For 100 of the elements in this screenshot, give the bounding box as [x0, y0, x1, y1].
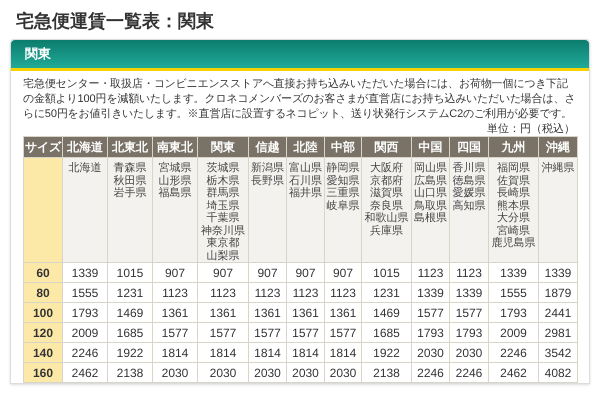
price-cell: 2246: [412, 362, 450, 382]
price-cell: 1123: [412, 262, 450, 282]
price-cell: 1123: [450, 262, 488, 282]
price-cell: 2030: [286, 362, 324, 382]
price-cell: 1922: [108, 342, 152, 362]
price-cell: 2462: [62, 362, 108, 382]
price-cell: 1814: [248, 342, 286, 362]
price-cell: 1577: [198, 322, 248, 342]
size-cell: 60: [24, 262, 62, 282]
size-cell: 80: [24, 282, 62, 302]
price-cell: 1015: [108, 262, 152, 282]
price-cell: 1469: [362, 302, 412, 322]
header-cell: 九州: [488, 136, 538, 158]
price-cell: 907: [152, 262, 198, 282]
price-cell: 2246: [488, 342, 538, 362]
header-cell: 関西: [362, 136, 412, 158]
prefecture-list: 岡山県 広島県 山口県 鳥取県 島根県: [412, 162, 449, 224]
price-cell: 1361: [152, 302, 198, 322]
prefecture-list: 宮城県 山形県 福島県: [153, 162, 197, 200]
price-cell: 4082: [538, 362, 578, 382]
price-cell: 1577: [248, 322, 286, 342]
header-cell: 信越: [248, 136, 286, 158]
price-cell: 2030: [450, 342, 488, 362]
price-cell: 1339: [488, 262, 538, 282]
prefecture-list: 茨城県 栃木県 群馬県 埼玉県 千葉県 神奈川県 東京都 山梨県: [198, 162, 248, 262]
price-cell: 1577: [152, 322, 198, 342]
size-cell: 100: [24, 302, 62, 322]
price-cell: 1814: [198, 342, 248, 362]
price-cell: 1577: [412, 302, 450, 322]
prefecture-list: 青森県 秋田県 岩手県: [108, 162, 152, 200]
price-cell: 1685: [362, 322, 412, 342]
prefecture-list: 富山県 石川県 福井県: [287, 162, 324, 200]
price-cell: 2030: [198, 362, 248, 382]
price-cell: 1555: [62, 282, 108, 302]
prefecture-list: 北海道: [63, 162, 107, 174]
price-cell: 2030: [248, 362, 286, 382]
price-cell: 2462: [488, 362, 538, 382]
price-cell: 1123: [324, 282, 362, 302]
price-cell: 1123: [198, 282, 248, 302]
price-cell: 1339: [450, 282, 488, 302]
header-cell: サイズ: [24, 136, 62, 158]
price-cell: 907: [286, 262, 324, 282]
page-title: 宅急便運賃一覧表：関東: [15, 10, 215, 33]
price-cell: 1577: [324, 322, 362, 342]
unit-label: 単位：円（税込）: [487, 122, 575, 136]
price-cell: 1361: [248, 302, 286, 322]
note-text: 宅急便センター・取扱店・コンビニエンスストアへ直接お持ち込みいただいた場合には、お荷物一個につき下記の金額より100円を減額いたします。クロネコメンバーズのお客さまが直営店にお持ち込みいただいた場合は、さらに50円をお値引きいたします。※直営店に設置するネコピット、送り状発行システムC2のご利用が必要です。: [23, 77, 576, 122]
header-cell: 北陸: [286, 136, 324, 158]
price-cell: 2009: [62, 322, 108, 342]
prefecture-list: 沖縄県: [539, 162, 577, 174]
price-cell: 1577: [450, 302, 488, 322]
prefecture-list: 大阪府 京都府 滋賀県 奈良県 和歌山県 兵庫県: [362, 162, 411, 237]
price-cell: 1793: [450, 322, 488, 342]
price-cell: 1361: [286, 302, 324, 322]
price-cell: 1123: [152, 282, 198, 302]
prefecture-list: 新潟県 長野県: [249, 162, 286, 187]
price-cell: 1231: [362, 282, 412, 302]
price-cell: 1793: [488, 302, 538, 322]
header-cell: 北東北: [108, 136, 152, 158]
price-cell: 1922: [362, 342, 412, 362]
price-cell: 2246: [450, 362, 488, 382]
panel-title: 関東: [25, 45, 51, 64]
price-cell: 1015: [362, 262, 412, 282]
header-cell: 沖縄: [538, 136, 578, 158]
price-cell: 2009: [488, 322, 538, 342]
price-cell: 1814: [152, 342, 198, 362]
price-cell: 1814: [324, 342, 362, 362]
price-cell: 2981: [538, 322, 578, 342]
prefecture-list: 静岡県 愛知県 三重県 岐阜県: [325, 162, 361, 212]
price-cell: 2441: [538, 302, 578, 322]
price-cell: 1793: [62, 302, 108, 322]
price-cell: 1339: [538, 262, 578, 282]
size-cell: 120: [24, 322, 62, 342]
price-cell: 1577: [286, 322, 324, 342]
price-cell: 2246: [62, 342, 108, 362]
price-cell: 907: [248, 262, 286, 282]
price-cell: 907: [198, 262, 248, 282]
header-cell: 中国: [412, 136, 450, 158]
price-cell: 1814: [286, 342, 324, 362]
price-cell: 1469: [108, 302, 152, 322]
price-cell: 1555: [488, 282, 538, 302]
price-cell: 2138: [362, 362, 412, 382]
price-cell: 3542: [538, 342, 578, 362]
header-cell: 北海道: [62, 136, 108, 158]
header-cell: 南東北: [152, 136, 198, 158]
size-cell: 140: [24, 342, 62, 362]
prefecture-list: 福岡県 佐賀県 長崎県 熊本県 大分県 宮崎県 鹿児島県: [489, 162, 538, 250]
price-cell: 1123: [286, 282, 324, 302]
price-cell: 907: [324, 262, 362, 282]
price-cell: 2138: [108, 362, 152, 382]
price-cell: 1339: [412, 282, 450, 302]
price-cell: 1231: [108, 282, 152, 302]
price-cell: 1793: [412, 322, 450, 342]
price-cell: 1339: [62, 262, 108, 282]
price-cell: 1361: [324, 302, 362, 322]
header-cell: 四国: [450, 136, 488, 158]
header-cell: 関東: [198, 136, 248, 158]
price-cell: 2030: [412, 342, 450, 362]
price-cell: 1879: [538, 282, 578, 302]
size-cell: 160: [24, 362, 62, 382]
